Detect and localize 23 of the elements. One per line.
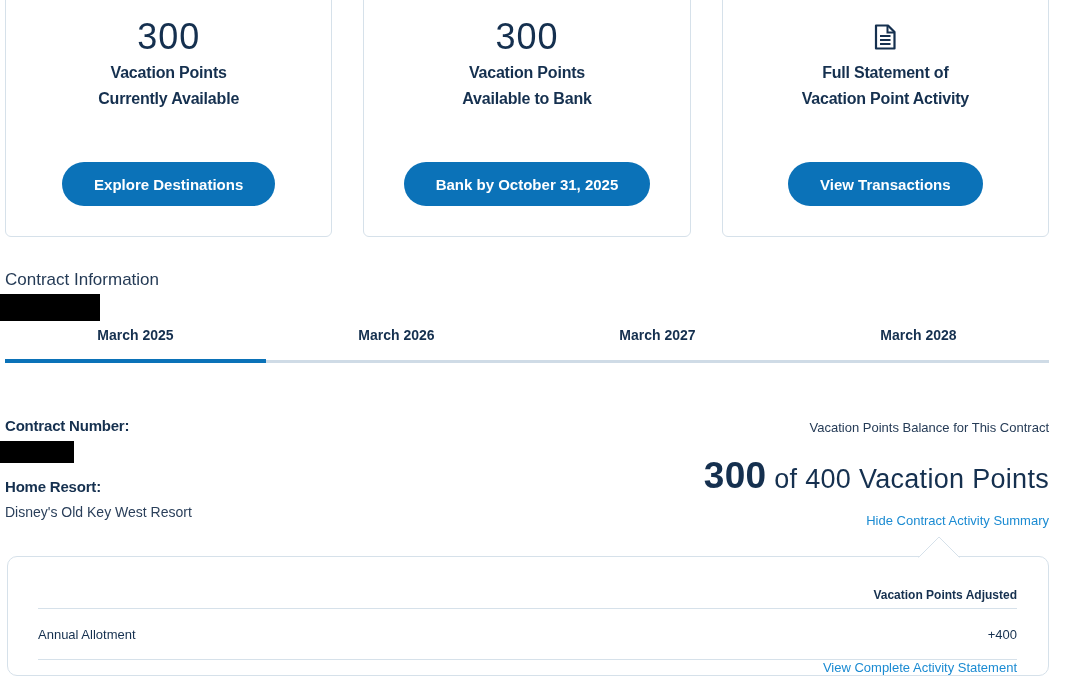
detail-label: Contract Number: — [5, 416, 130, 436]
action-button[interactable]: Bank by October 31, 2025 — [403, 162, 651, 206]
year-tab[interactable]: March 2025 — [5, 321, 266, 363]
activity-description: Annual Allotment — [38, 626, 136, 642]
toggle-summary-link[interactable]: Hide Contract Activity Summary — [866, 512, 1049, 530]
action-button[interactable]: View Transactions — [788, 162, 983, 206]
year-tab[interactable]: March 2028 — [788, 321, 1049, 363]
year-tab[interactable]: March 2026 — [266, 321, 527, 363]
activity-points: +400 — [987, 626, 1017, 642]
section-heading: Contract Information — [5, 269, 159, 291]
activity-statement-link[interactable]: View Complete Activity Statement — [822, 661, 1017, 675]
balance-caption: Vacation Points Balance for This Contract — [809, 419, 1049, 437]
action-button[interactable]: Explore Destinations — [62, 162, 276, 206]
card-label: Vacation Points Currently Available — [98, 63, 240, 109]
points-figure: 300 — [495, 15, 559, 59]
balance-total: 300 of 400 Vacation Points — [703, 454, 1049, 498]
detail-label: Home Resort: — [5, 477, 101, 497]
column-header: Vacation Points Adjusted — [873, 587, 1017, 603]
year-tab[interactable]: March 2027 — [527, 321, 788, 363]
points-figure: 300 — [137, 15, 201, 59]
card-label: Vacation Points Available to Bank — [462, 63, 592, 109]
detail-value: Disney's Old Key West Resort — [5, 503, 192, 522]
card-label: Full Statement of Vacation Point Activity — [801, 63, 969, 109]
